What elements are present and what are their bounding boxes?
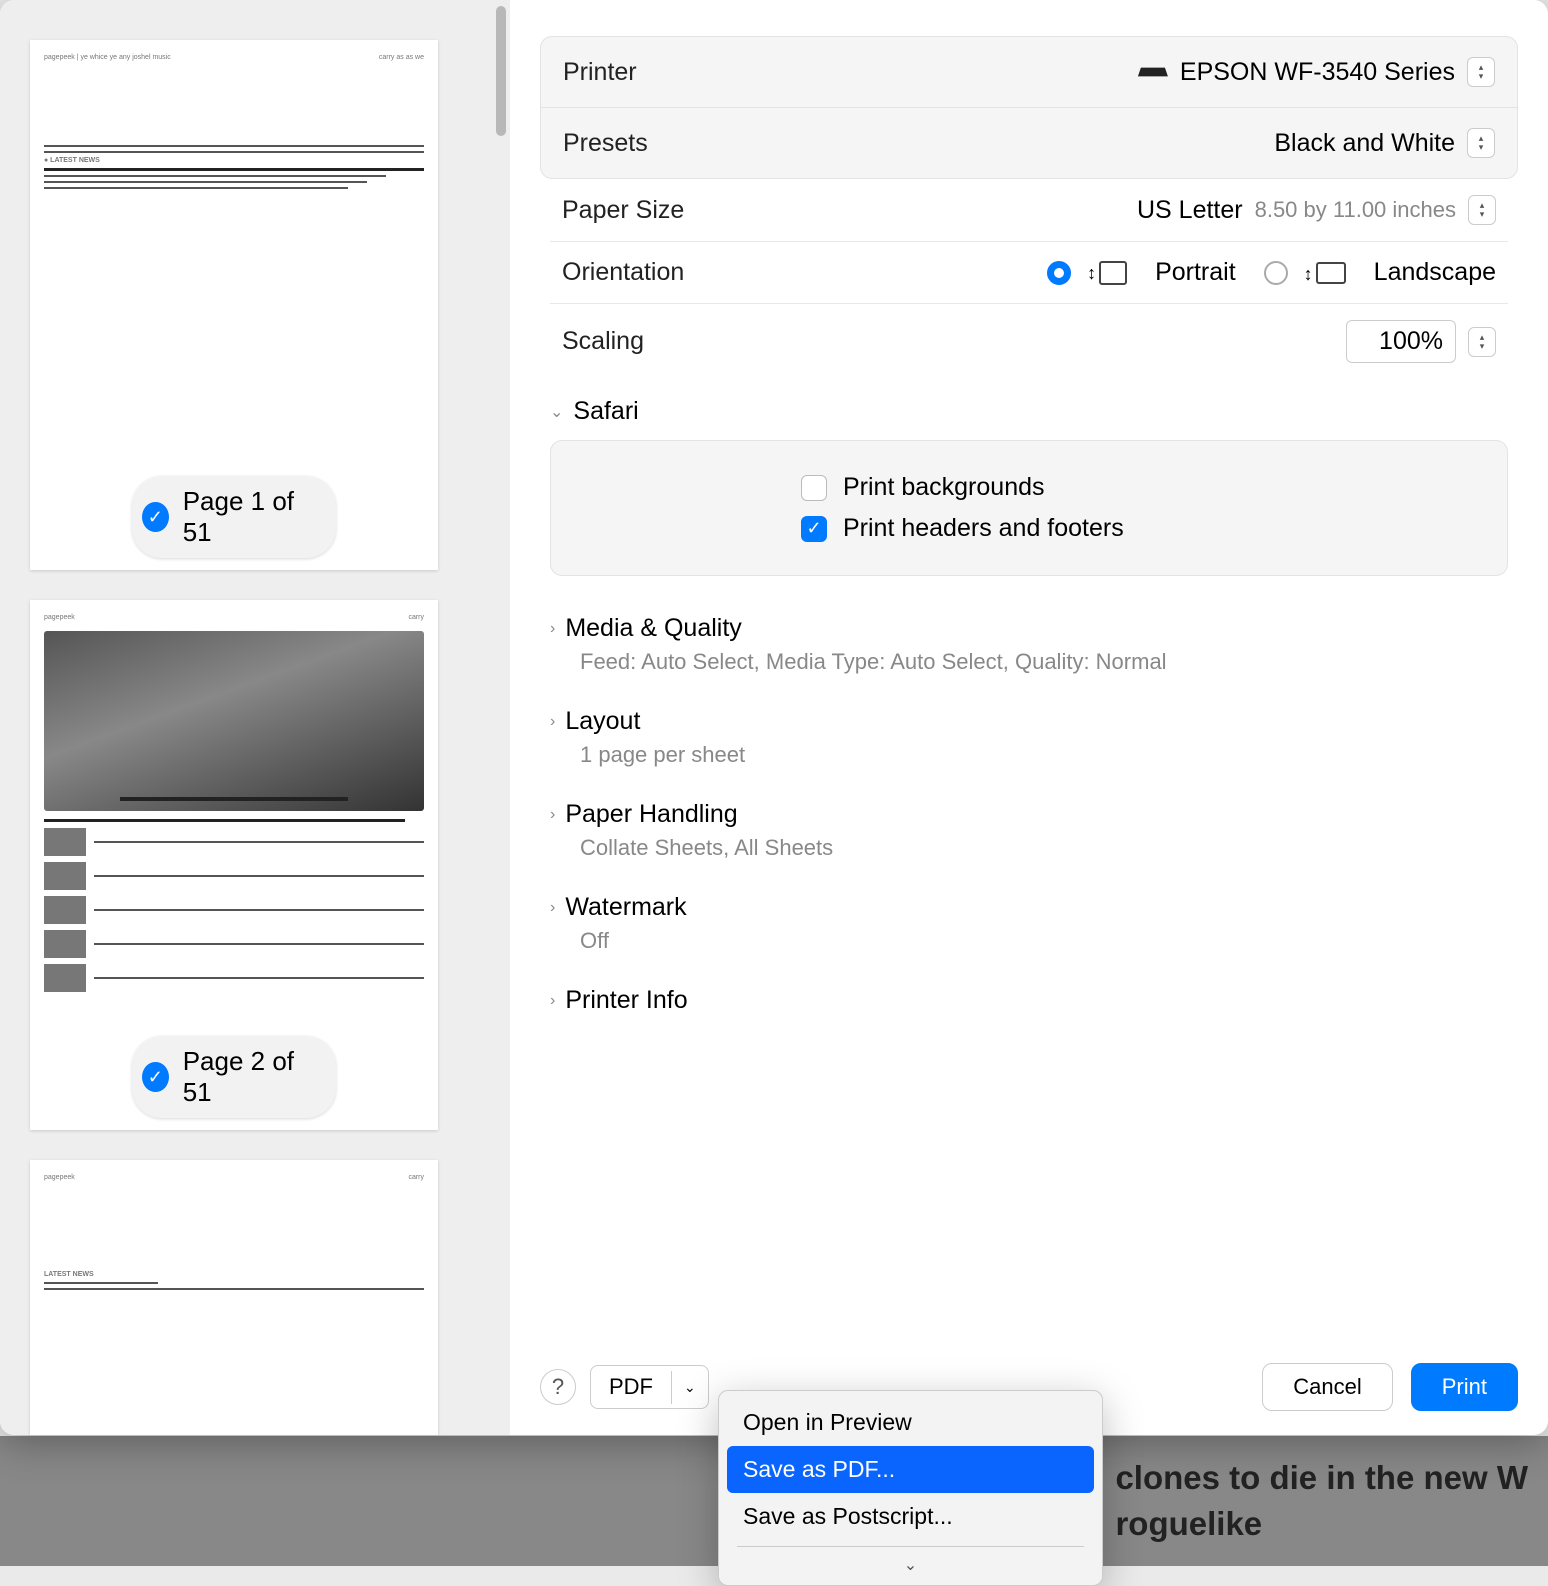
options-list: Paper Size US Letter 8.50 by 11.00 inche… xyxy=(540,179,1518,1021)
section-layout-sub: 1 page per sheet xyxy=(550,742,1508,782)
chevron-down-icon: ⌄ xyxy=(671,1371,708,1404)
section-paper-handling-toggle[interactable]: › Paper Handling xyxy=(550,782,1508,835)
printer-label: Printer xyxy=(563,58,637,87)
chevron-down-icon: ⌄ xyxy=(550,402,563,422)
printer-select[interactable]: EPSON WF-3540 Series ▴▾ xyxy=(1138,57,1495,87)
preview-page-3[interactable]: pagepeekcarry LATEST NEWS xyxy=(30,1160,438,1435)
print-options-panel: Printer EPSON WF-3540 Series ▴▾ Presets … xyxy=(510,0,1548,1435)
pdf-dropdown-button[interactable]: PDF ⌄ xyxy=(590,1365,709,1409)
print-headers-label: Print headers and footers xyxy=(843,514,1124,543)
section-printerinfo-title: Printer Info xyxy=(565,986,687,1015)
section-safari-title: Safari xyxy=(573,397,638,426)
menu-separator xyxy=(737,1546,1084,1547)
section-paper-sub: Collate Sheets, All Sheets xyxy=(550,835,1508,875)
section-watermark-title: Watermark xyxy=(565,893,686,922)
section-paper-title: Paper Handling xyxy=(565,800,737,829)
radio-portrait[interactable] xyxy=(1047,261,1071,285)
radio-landscape[interactable] xyxy=(1264,261,1288,285)
chevron-right-icon: › xyxy=(550,806,555,824)
preview-sidebar[interactable]: pagepeek | ye whice ye any joshel musicc… xyxy=(0,0,510,1435)
chevron-right-icon: › xyxy=(550,899,555,917)
presets-select[interactable]: Black and White ▴▾ xyxy=(1274,128,1495,158)
preview-page-2[interactable]: pagepeekcarry ✓ Page 2 of 51 xyxy=(30,600,438,1130)
check-icon: ✓ xyxy=(142,1062,169,1092)
print-button[interactable]: Print xyxy=(1411,1363,1518,1411)
scaling-row: Scaling 100% ▴▾ xyxy=(550,304,1508,379)
chevron-right-icon: › xyxy=(550,620,555,638)
printer-value: EPSON WF-3540 Series xyxy=(1180,58,1455,87)
help-button[interactable]: ? xyxy=(540,1369,576,1405)
section-layout-toggle[interactable]: › Layout xyxy=(550,689,1508,742)
scrollbar-thumb[interactable] xyxy=(496,6,506,136)
checkbox-print-headers[interactable]: ✓ xyxy=(801,516,827,542)
paper-size-row: Paper Size US Letter 8.50 by 11.00 inche… xyxy=(550,179,1508,242)
scaling-label: Scaling xyxy=(562,327,644,356)
bg-headline: clones to die in the new W xyxy=(1115,1459,1528,1496)
section-mq-sub: Feed: Auto Select, Media Type: Auto Sele… xyxy=(550,649,1508,689)
menu-save-as-pdf[interactable]: Save as PDF... xyxy=(727,1446,1094,1493)
paper-size-value: US Letter xyxy=(1137,196,1243,225)
stepper-icon: ▴▾ xyxy=(1468,195,1496,225)
menu-more-indicator[interactable]: ⌄ xyxy=(727,1553,1094,1577)
stepper-icon[interactable]: ▴▾ xyxy=(1468,327,1496,357)
preview-page-1[interactable]: pagepeek | ye whice ye any joshel musicc… xyxy=(30,40,438,570)
thumb-content: pagepeekcarry LATEST NEWS xyxy=(44,1174,424,1435)
presets-value: Black and White xyxy=(1274,129,1455,158)
section-mq-title: Media & Quality xyxy=(565,614,741,643)
section-printer-info-toggle[interactable]: › Printer Info xyxy=(550,968,1508,1021)
presets-row: Presets Black and White ▴▾ xyxy=(541,108,1517,178)
page-badge-1[interactable]: ✓ Page 1 of 51 xyxy=(132,476,336,558)
printer-settings-box: Printer EPSON WF-3540 Series ▴▾ Presets … xyxy=(540,36,1518,179)
orientation-label: Orientation xyxy=(562,258,684,287)
bg-headline-2: roguelike xyxy=(1115,1505,1262,1542)
scaling-input[interactable]: 100% xyxy=(1346,320,1456,363)
checkbox-print-backgrounds[interactable] xyxy=(801,475,827,501)
pdf-menu: Open in Preview Save as PDF... Save as P… xyxy=(718,1390,1103,1586)
print-dialog: pagepeek | ye whice ye any joshel musicc… xyxy=(0,0,1548,1435)
chevron-right-icon: › xyxy=(550,713,555,731)
printer-icon xyxy=(1138,61,1168,83)
stepper-icon: ▴▾ xyxy=(1467,57,1495,87)
cancel-button[interactable]: Cancel xyxy=(1262,1363,1392,1411)
safari-options: Print backgrounds ✓ Print headers and fo… xyxy=(550,440,1508,576)
orientation-row: Orientation Portrait Landscape xyxy=(550,242,1508,304)
pdf-label: PDF xyxy=(591,1366,671,1408)
section-media-quality-toggle[interactable]: › Media & Quality xyxy=(550,596,1508,649)
landscape-icon xyxy=(1316,262,1346,284)
paper-size-select[interactable]: US Letter 8.50 by 11.00 inches ▴▾ xyxy=(1137,195,1496,225)
page-badge-2[interactable]: ✓ Page 2 of 51 xyxy=(132,1036,336,1118)
menu-open-in-preview[interactable]: Open in Preview xyxy=(727,1399,1094,1446)
section-safari-toggle[interactable]: ⌄ Safari xyxy=(550,379,1508,432)
section-watermark-sub: Off xyxy=(550,928,1508,968)
check-icon: ✓ xyxy=(142,502,169,532)
orientation-portrait-label: Portrait xyxy=(1155,258,1236,287)
page-badge-label: Page 1 of 51 xyxy=(183,486,314,548)
stepper-icon: ▴▾ xyxy=(1467,128,1495,158)
print-backgrounds-label: Print backgrounds xyxy=(843,473,1045,502)
menu-save-as-postscript[interactable]: Save as Postscript... xyxy=(727,1493,1094,1540)
paper-size-label: Paper Size xyxy=(562,196,684,225)
chevron-right-icon: › xyxy=(550,992,555,1010)
paper-size-dim: 8.50 by 11.00 inches xyxy=(1255,197,1456,223)
orientation-landscape-label: Landscape xyxy=(1374,258,1496,287)
page-badge-label: Page 2 of 51 xyxy=(183,1046,314,1108)
section-watermark-toggle[interactable]: › Watermark xyxy=(550,875,1508,928)
portrait-icon xyxy=(1099,261,1127,285)
presets-label: Presets xyxy=(563,129,648,158)
section-layout-title: Layout xyxy=(565,707,640,736)
printer-row: Printer EPSON WF-3540 Series ▴▾ xyxy=(541,37,1517,108)
